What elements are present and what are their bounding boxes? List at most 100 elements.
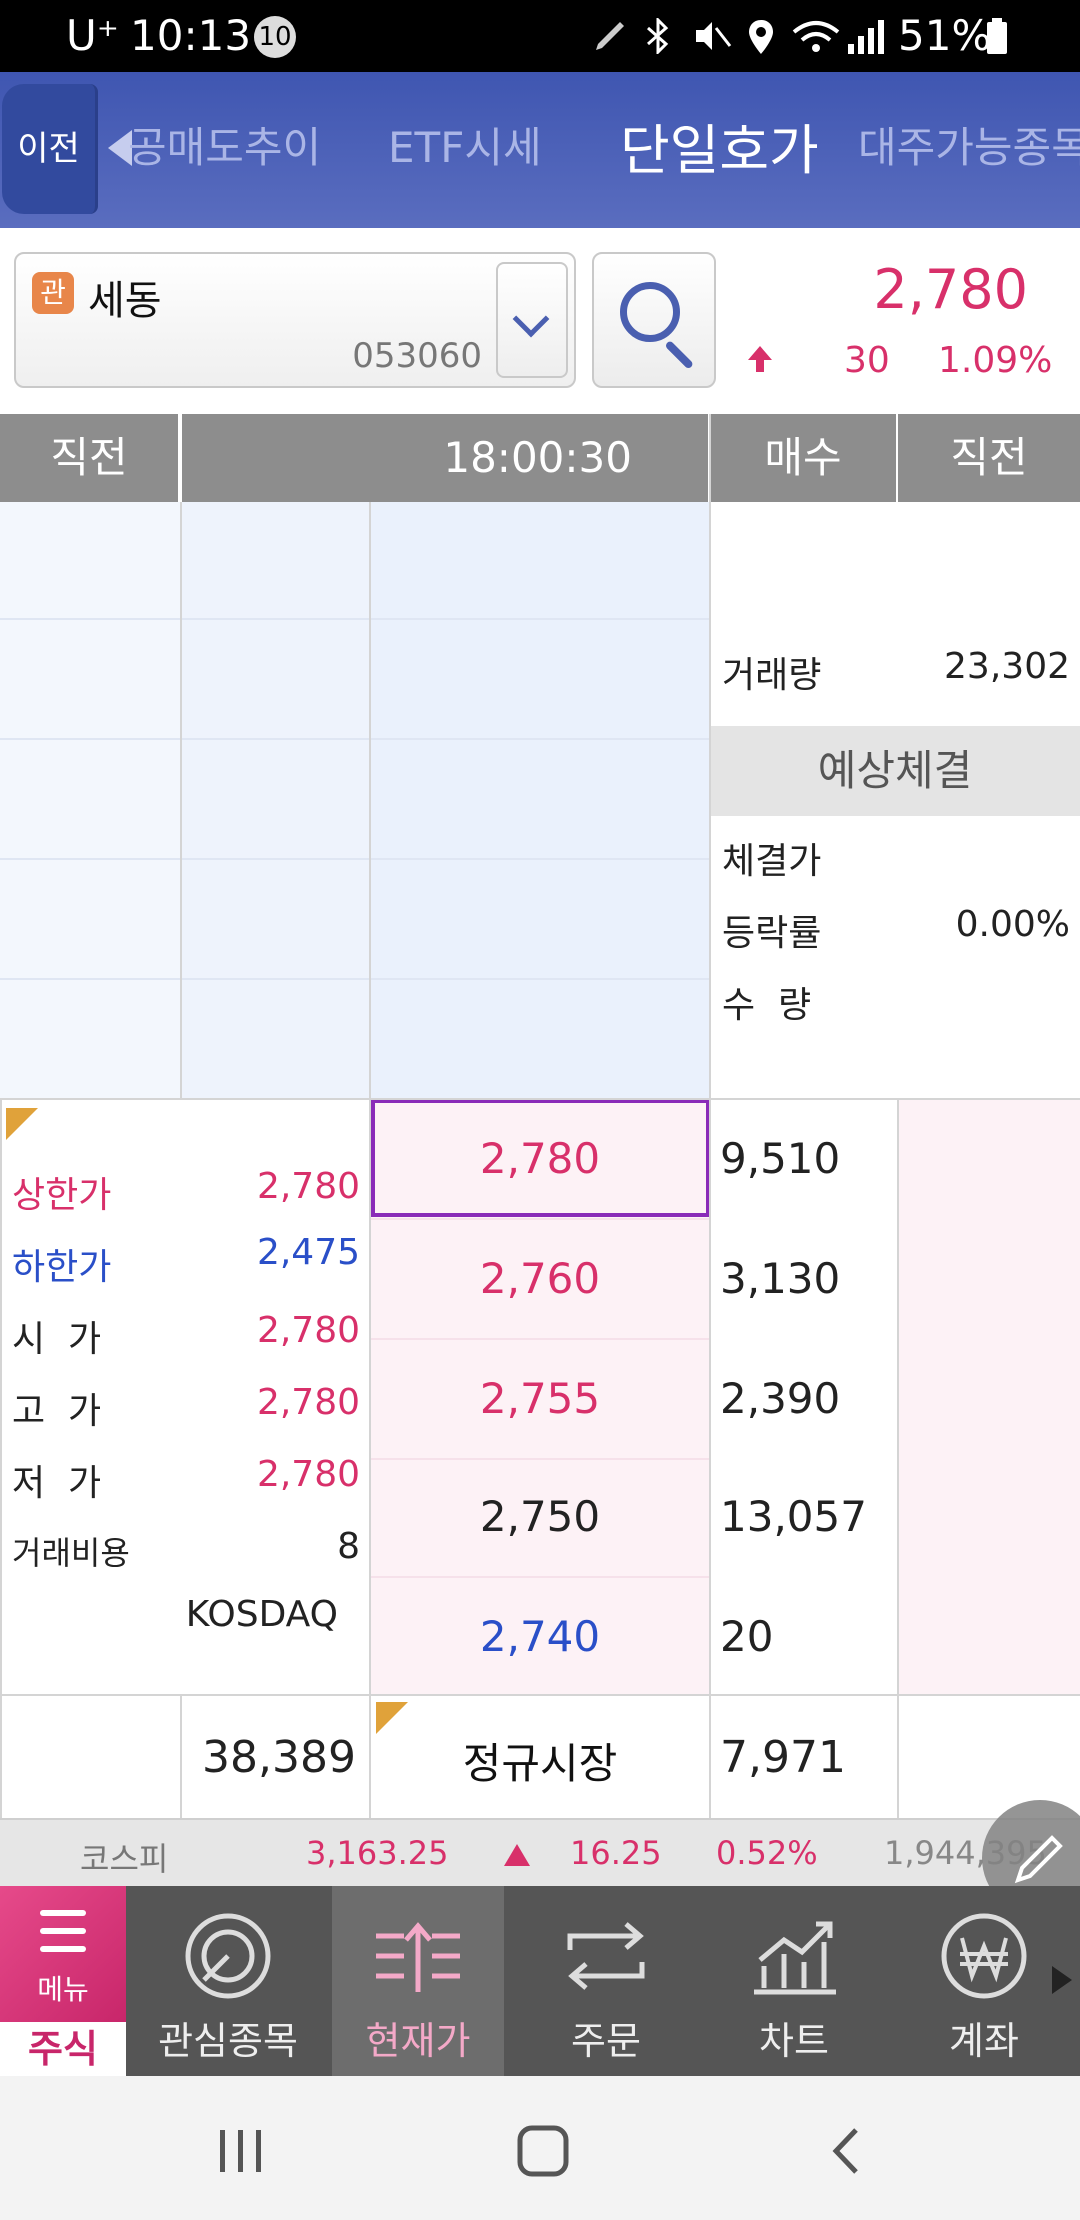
search-button[interactable]	[592, 252, 716, 388]
home-icon[interactable]	[516, 2124, 570, 2178]
system-nav-bar	[0, 2076, 1080, 2220]
stock-dropdown-button[interactable]	[496, 262, 568, 378]
hamburger-icon	[40, 1910, 86, 1916]
carrier-label: U⁺	[66, 11, 119, 60]
header-prev-right: 직전	[898, 414, 1080, 502]
bottom-nav: 메뉴 주식 관심종목 현재가 주문 차트 계좌	[0, 1886, 1080, 2076]
corner-marker	[6, 1108, 38, 1140]
volume-value: 23,302	[944, 646, 1070, 687]
chevron-down-icon	[512, 300, 550, 338]
pen-icon	[596, 22, 624, 50]
header-time: 18:00:30	[180, 414, 710, 502]
nav-current-price-label: 현재가	[365, 2019, 471, 2063]
exp-price-label: 체결가	[722, 841, 822, 882]
header-bid: 매수	[710, 414, 898, 502]
index-ticker-bar[interactable]: 코스피 3,163.25 16.25 0.52% 1,944,395	[0, 1818, 1080, 1886]
menu-label: 메뉴	[37, 1973, 89, 2006]
high-label: 고 가	[12, 1391, 102, 1432]
tab-bar: 이전 공매도추이 ETF시세 단일호가 대주가능종목	[0, 72, 1080, 228]
total-ask-quantity: 38,389	[202, 1732, 356, 1783]
exp-qty-label: 수 량	[722, 985, 812, 1026]
location-icon	[749, 20, 773, 54]
lower-limit-value: 2,475	[256, 1232, 360, 1273]
nav-watchlist[interactable]: 관심종목	[158, 1886, 298, 2076]
total-bid-quantity: 7,971	[720, 1732, 846, 1783]
trade-cost-value: 8	[337, 1526, 360, 1567]
battery-percent: 51%	[898, 11, 992, 60]
status-bar: U⁺ 10:13 10 51%	[0, 0, 1080, 72]
stock-selector[interactable]: 관 세동 053060	[14, 252, 576, 388]
watchlist-badge: 관	[32, 272, 74, 314]
market-label: KOSDAQ	[185, 1594, 338, 1635]
tab-lendable-stocks[interactable]: 대주가능종목	[858, 114, 1080, 175]
price-change: 30	[844, 340, 890, 381]
wifi-icon	[792, 21, 840, 52]
stock-category-tab[interactable]: 주식	[0, 2022, 126, 2076]
tab-short-selling[interactable]: 공매도추이	[128, 114, 321, 175]
menu-button[interactable]: 메뉴	[0, 1886, 126, 2022]
open-label: 시 가	[12, 1319, 102, 1360]
up-triangle-icon	[504, 1844, 530, 1866]
prev-button[interactable]: 이전	[2, 84, 98, 214]
battery-icon	[987, 18, 1007, 54]
nav-chart[interactable]: 차트	[730, 1886, 858, 2076]
tab-single-quote[interactable]: 단일호가	[620, 106, 819, 185]
index-value: 3,163.25	[306, 1834, 449, 1872]
watchlist-icon	[185, 1913, 271, 1999]
index-name: 코스피	[80, 1840, 169, 1878]
search-icon	[620, 282, 680, 342]
trade-cost-label: 거래비용	[12, 1534, 130, 1572]
nav-more-arrow-icon[interactable]	[1052, 1966, 1072, 1994]
current-price: 2,780	[873, 258, 1028, 321]
selected-price-highlight	[371, 1099, 710, 1217]
bid-qty-4: 13,057	[720, 1492, 867, 1541]
bid-qty-3: 2,390	[720, 1374, 841, 1423]
stock-name: 세동	[88, 278, 162, 324]
nav-order[interactable]: 주문	[542, 1886, 670, 2076]
tab-etf-price[interactable]: ETF시세	[388, 114, 542, 175]
up-arrow-icon	[748, 346, 772, 372]
signal-icon	[848, 20, 884, 54]
bid-price-2[interactable]: 2,760	[370, 1254, 710, 1303]
low-value: 2,780	[256, 1454, 360, 1495]
won-icon	[941, 1913, 1027, 1999]
clock: 10:13	[130, 11, 252, 60]
open-value: 2,780	[256, 1310, 360, 1351]
recent-apps-icon[interactable]	[216, 2126, 266, 2176]
bluetooth-icon	[647, 18, 669, 54]
bid-price-5[interactable]: 2,740	[370, 1612, 710, 1661]
nav-watchlist-label: 관심종목	[158, 2019, 298, 2063]
nav-account-label: 계좌	[949, 2019, 1019, 2063]
current-price-icon	[376, 1922, 460, 1992]
nav-account[interactable]: 계좌	[920, 1886, 1048, 2076]
index-change-percent: 0.52%	[716, 1834, 818, 1872]
market-session: 정규시장	[462, 1739, 618, 1788]
bid-qty-1: 9,510	[720, 1134, 841, 1183]
back-icon[interactable]	[826, 2124, 866, 2178]
bid-price-3[interactable]: 2,755	[370, 1374, 710, 1423]
price-change-percent: 1.09%	[938, 340, 1053, 381]
nav-chart-label: 차트	[759, 2019, 829, 2063]
upper-limit-label: 상한가	[12, 1175, 112, 1216]
order-icon	[567, 1922, 645, 1990]
exp-rate-label: 등락률	[722, 913, 822, 954]
volume-label: 거래량	[722, 655, 822, 696]
pencil-icon	[1014, 1835, 1063, 1884]
bid-qty-2: 3,130	[720, 1254, 841, 1303]
bid-qty-5: 20	[720, 1612, 774, 1661]
chart-icon	[754, 1921, 836, 1995]
low-label: 저 가	[12, 1463, 102, 1504]
notification-count-badge: 10	[254, 16, 296, 58]
high-value: 2,780	[256, 1382, 360, 1423]
bid-price-4[interactable]: 2,750	[370, 1492, 710, 1541]
exp-rate-value: 0.00%	[955, 904, 1070, 945]
expected-execution-header: 예상체결	[710, 726, 1080, 816]
nav-order-label: 주문	[571, 2019, 641, 2063]
mute-icon	[696, 22, 732, 50]
header-prev-left: 직전	[0, 414, 180, 502]
upper-limit-value: 2,780	[256, 1166, 360, 1207]
lower-limit-label: 하한가	[12, 1247, 112, 1288]
stock-code: 053060	[352, 336, 482, 376]
index-change: 16.25	[570, 1834, 662, 1872]
nav-current-price[interactable]: 현재가	[332, 1886, 504, 2076]
